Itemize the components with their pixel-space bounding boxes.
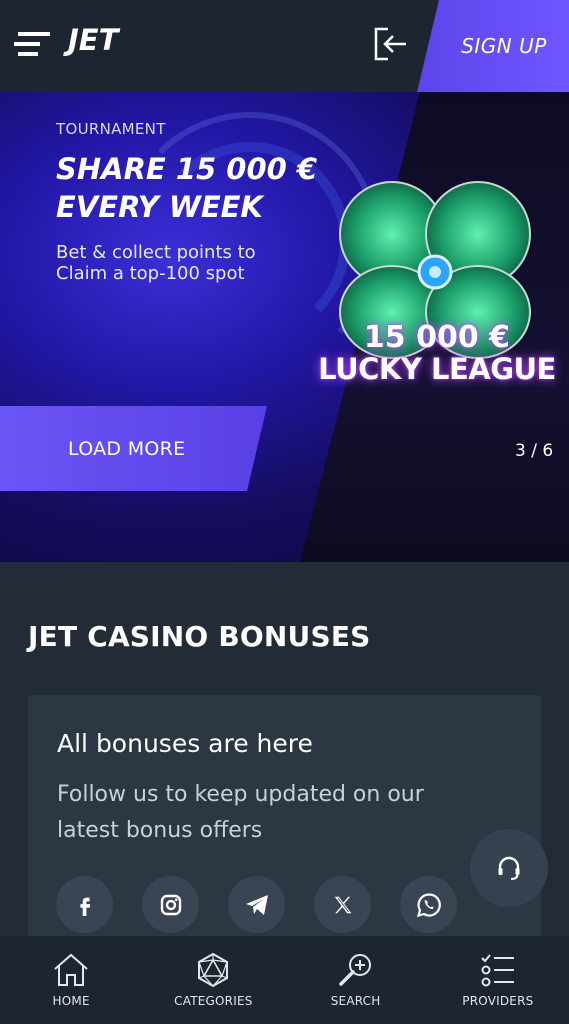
prize-amount: 15 000 € — [363, 320, 511, 355]
nav-item-home[interactable]: HOME — [0, 936, 142, 1024]
x-icon[interactable] — [314, 876, 371, 933]
logo[interactable]: JET — [68, 23, 118, 57]
home-icon — [54, 953, 88, 986]
support-button[interactable] — [470, 829, 548, 907]
social-links — [56, 876, 457, 933]
bonus-card: All bonuses are here Follow us to keep u… — [28, 695, 541, 945]
nav-label: SEARCH — [330, 994, 381, 1008]
nav-label: CATEGORIES — [174, 994, 253, 1008]
subtext-line: Bet & collect points to — [56, 242, 256, 263]
header: JET SIGN UP — [0, 0, 569, 92]
prize-name: LUCKY LEAGUE — [318, 352, 556, 386]
nav-item-providers[interactable]: PROVIDERS — [427, 936, 569, 1024]
nav-item-search[interactable]: SEARCH — [285, 936, 427, 1024]
nav-item-categories[interactable]: CATEGORIES — [142, 936, 284, 1024]
headset-icon — [498, 856, 520, 880]
signup-button[interactable]: SIGN UP — [417, 0, 569, 92]
card-text: Follow us to keep updated on our latest … — [57, 782, 424, 843]
bottom-nav: HOME CATEGORIES SEARCH PROVIDERS — [0, 936, 569, 1024]
facebook-icon[interactable] — [56, 876, 113, 933]
providers-icon — [481, 954, 514, 987]
banner-tag: TOURNAMENT — [56, 120, 166, 138]
search-icon — [338, 954, 371, 986]
telegram-icon[interactable] — [228, 876, 285, 933]
whatsapp-icon[interactable] — [400, 876, 457, 933]
headline-line: EVERY WEEK — [56, 190, 263, 224]
headline-line: SHARE 15 000 € — [56, 152, 318, 186]
categories-icon — [198, 952, 229, 988]
promo-banner[interactable]: TOURNAMENT SHARE 15 000 € EVERY WEEK Bet… — [0, 92, 569, 562]
signup-label: SIGN UP — [461, 34, 547, 58]
login-icon[interactable] — [372, 26, 410, 62]
load-more-label: LOAD MORE — [68, 437, 186, 460]
slide-pager: 3 / 6 — [515, 441, 554, 461]
section-title: JET CASINO BONUSES — [28, 620, 371, 653]
load-more-button[interactable]: LOAD MORE — [0, 406, 267, 491]
banner-subtext: Bet & collect points to Claim a top-100 … — [56, 242, 256, 284]
nav-label: HOME — [52, 994, 90, 1008]
nav-label: PROVIDERS — [462, 994, 534, 1008]
instagram-icon[interactable] — [142, 876, 199, 933]
banner-headline: SHARE 15 000 € EVERY WEEK — [56, 150, 317, 226]
card-title: All bonuses are here — [57, 729, 313, 758]
subtext-line: Claim a top-100 spot — [56, 263, 245, 284]
menu-icon[interactable] — [14, 30, 52, 58]
